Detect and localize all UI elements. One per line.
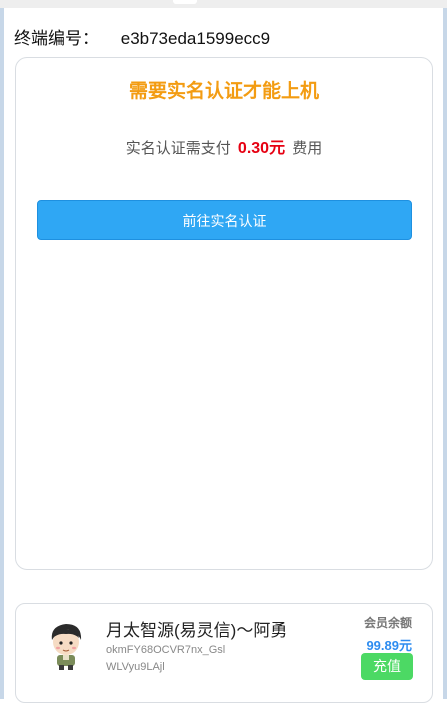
user-card: 月太智源(易灵信)～阿勇 okmFY68OCVR7nx_GslWLVyu9LAj… (15, 603, 433, 703)
verification-title: 需要实名认证才能上机 (128, 81, 319, 102)
verification-card: 需要实名认证才能上机 实名认证需支付 0.30元 费用 前往实名认证 (15, 57, 433, 570)
window-frame-left (0, 0, 4, 699)
terminal-label: 终端编号： (14, 29, 99, 48)
balance-label: 会员余额 (363, 616, 412, 630)
desc-suffix: 费用 (292, 140, 323, 157)
go-verify-button[interactable]: 前往实名认证 (37, 200, 412, 240)
top-bar (0, 0, 447, 8)
user-account-id: okmFY68OCVR7nx_GslWLVyu9LAjl (106, 644, 226, 673)
terminal-info: 终端编号： e3b73eda1599ecc9 (14, 24, 270, 49)
verification-description: 实名认证需支付 0.30元 费用 (16, 134, 432, 158)
terminal-id: e3b73eda1599ecc9 (120, 29, 271, 48)
top-bar-notch (173, 0, 197, 4)
balance-value: 99.89元 (366, 638, 412, 653)
desc-prefix: 实名认证需支付 (125, 140, 231, 157)
window-frame-right (443, 0, 447, 699)
cartoon-user-avatar-icon (44, 620, 88, 672)
fee-amount: 0.30元 (237, 140, 286, 157)
user-name: 月太智源(易灵信)～阿勇 (106, 621, 288, 640)
recharge-button[interactable]: 充值 (361, 653, 413, 680)
